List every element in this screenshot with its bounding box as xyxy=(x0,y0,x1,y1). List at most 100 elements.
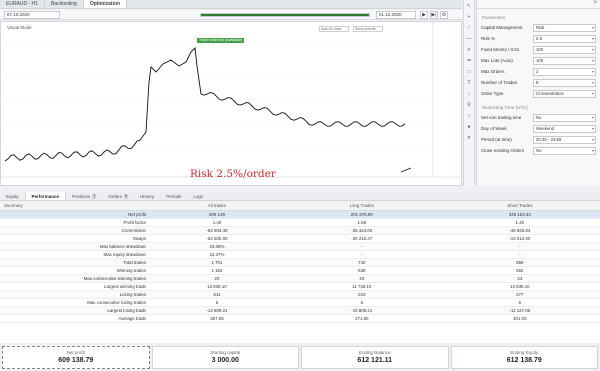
horizontal-line-icon[interactable]: — xyxy=(464,34,474,44)
stat-name-cell: Losing trades xyxy=(0,290,150,299)
results-tab[interactable]: Periods xyxy=(160,192,187,200)
setting-value-select[interactable]: 8 xyxy=(533,78,596,87)
play-icon[interactable]: ▶ xyxy=(420,11,428,19)
results-tab-label: History xyxy=(140,193,155,199)
lock-icon[interactable]: ● xyxy=(464,122,474,132)
tab-symbol[interactable]: EURAUD - H1 xyxy=(0,0,45,8)
setting-value-select[interactable]: No xyxy=(533,113,596,122)
settings-gear-icon[interactable]: ⚙ xyxy=(440,11,448,19)
setting-value-select[interactable]: Risk xyxy=(533,23,596,32)
summary-card-label: Ending Balance xyxy=(358,350,391,355)
table-row[interactable]: Net profit 609 129 201 676.90 345 153.33 xyxy=(0,210,600,219)
stat-long-cell: -30 210.47 xyxy=(283,234,440,243)
end-date-field[interactable]: 01.12.2020 xyxy=(376,11,416,19)
stat-all-cell: 357.05 xyxy=(150,314,284,323)
performance-table: Summary All trades Long Trades Short Tra… xyxy=(0,202,600,343)
tab-backtesting[interactable]: Backtesting xyxy=(45,0,84,8)
setting-label: Capital Management xyxy=(481,25,523,30)
setting-label: Set non trading time xyxy=(481,115,522,120)
table-row[interactable]: Largest losing trade -12 809.21 -10 809.21… xyxy=(0,306,600,315)
summary-card-value: 612 138.79 xyxy=(506,357,542,364)
setting-value-select[interactable]: 100 xyxy=(533,45,596,54)
table-row[interactable]: Total trades 1 701 742 859 xyxy=(0,258,600,267)
price-chart[interactable]: Visual Mode Auto fit chart Show events T… xyxy=(0,21,462,186)
stat-name-cell: Largest winning trade xyxy=(0,282,150,291)
results-tab-label: Orders xyxy=(108,193,123,199)
setting-value-select[interactable]: 100 xyxy=(533,56,596,65)
summary-cards: Net profit 609 138.79 Starting capital 3 00… xyxy=(0,344,600,371)
crosshair-icon[interactable]: + xyxy=(464,12,474,22)
table-row[interactable]: Max consecutive winning trades 23 23 23 xyxy=(0,274,600,283)
setting-row: Risk % 2.5 xyxy=(477,33,600,44)
step-icon[interactable]: ▶| xyxy=(430,11,438,19)
results-tab-label: Equity xyxy=(6,193,19,199)
results-tab[interactable]: History xyxy=(134,192,160,200)
progress-fill xyxy=(201,14,369,16)
results-tab-label: Periods xyxy=(166,193,182,199)
summary-card-label: Starting capital xyxy=(210,350,241,355)
zoom-icon[interactable]: ⚲ xyxy=(464,100,474,110)
table-row[interactable]: Max equity drawdown 22.37% - - xyxy=(0,250,600,259)
stat-short-cell: 345 153.33 xyxy=(439,210,600,219)
table-row[interactable]: Max consecutive losing trades 6 6 6 xyxy=(0,298,600,307)
stat-long-cell: 11 738.10 xyxy=(283,282,440,291)
fibonacci-icon[interactable]: ≔ xyxy=(464,56,474,66)
table-row[interactable]: Swaps -52 600.00 -30 210.47 -15 612.00 xyxy=(0,234,600,243)
cursor-icon[interactable]: ↖ xyxy=(464,1,474,11)
setting-row: Set non trading time No xyxy=(477,112,600,123)
start-date-field[interactable]: 07.10.2020 xyxy=(4,11,60,19)
trash-icon[interactable]: ✕ xyxy=(464,133,474,143)
setting-value-select[interactable]: Weekend xyxy=(533,124,596,133)
setting-value-select[interactable]: Crossentration xyxy=(533,89,596,98)
rectangle-icon[interactable]: □ xyxy=(464,67,474,77)
measure-icon[interactable]: ↕ xyxy=(464,89,474,99)
summary-card-value: 3 000.00 xyxy=(211,357,239,364)
table-row[interactable]: Commission -52 603.40 -25 424.00 -46 583.64 xyxy=(0,226,600,235)
setting-value-select[interactable]: 2 xyxy=(533,67,596,76)
price-tail xyxy=(400,167,412,173)
magnet-icon[interactable]: ∩ xyxy=(464,111,474,121)
stat-long-cell: -25 424.00 xyxy=(283,226,440,235)
stat-short-cell: 6 xyxy=(439,298,600,307)
price-series-plot xyxy=(1,22,461,178)
stat-short-cell: 13 838.10 xyxy=(439,282,600,291)
setting-value-select[interactable]: 20:30 - 23:59 xyxy=(533,135,596,144)
close-icon[interactable]: × xyxy=(593,0,597,6)
stat-name-cell: Net profit xyxy=(0,210,150,219)
setting-value-select[interactable]: 2.5 xyxy=(533,34,596,43)
results-tab-count: 7 xyxy=(92,193,97,199)
stat-name-cell: Max equity drawdown xyxy=(0,250,150,259)
results-tab[interactable]: Logs xyxy=(187,192,209,200)
stat-name-cell: Largest losing trade xyxy=(0,306,150,315)
results-tab[interactable]: Orders 0 xyxy=(102,192,134,200)
setting-label: Number of Trades xyxy=(481,80,518,85)
stat-short-cell: 23 xyxy=(439,274,600,283)
table-row[interactable]: Max balance drawdown 23.09% - - xyxy=(0,242,600,251)
table-row[interactable]: Profit factor 1.40 1.58 1.40 xyxy=(0,218,600,227)
summary-card-label: Ending Equity xyxy=(510,350,539,355)
table-row[interactable]: Winning trades 1 182 538 582 xyxy=(0,266,600,275)
results-tab-label: Logs xyxy=(193,193,204,199)
text-tool-icon[interactable]: T xyxy=(464,78,474,88)
table-row[interactable]: Largest winning trade 13 838.10 11 738.10 1… xyxy=(0,282,600,291)
results-tab[interactable]: Performance xyxy=(24,192,67,200)
summary-card-value: 612 121.11 xyxy=(357,357,393,364)
setting-value-select[interactable]: No xyxy=(533,146,596,155)
line-tool-icon[interactable]: ∕ xyxy=(464,23,474,33)
table-row[interactable]: Losing trades 511 210 277 xyxy=(0,290,600,299)
stat-all-cell: 1.40 xyxy=(150,218,284,227)
stat-short-cell: 859 xyxy=(439,258,600,267)
setting-row: Close existing Orders No xyxy=(477,145,600,156)
setting-label: Max Lots (Auto) xyxy=(481,58,513,63)
results-tab-label: Performance xyxy=(31,193,60,199)
stat-short-cell: 401.03 xyxy=(439,314,600,323)
setting-label: Close existing Orders xyxy=(481,148,525,153)
results-tab[interactable]: Positions 7 xyxy=(66,192,102,200)
table-row[interactable]: Average trade 357.05 271.80 401.03 xyxy=(0,314,600,323)
stat-name-cell: Max balance drawdown xyxy=(0,242,150,251)
tab-optimization[interactable]: Optimization xyxy=(83,0,128,8)
stat-short-cell: 582 xyxy=(439,266,600,275)
setting-row: Max Orders 2 xyxy=(477,66,600,77)
channel-icon[interactable]: ≡ xyxy=(464,45,474,55)
results-tab[interactable]: Equity xyxy=(0,192,25,200)
